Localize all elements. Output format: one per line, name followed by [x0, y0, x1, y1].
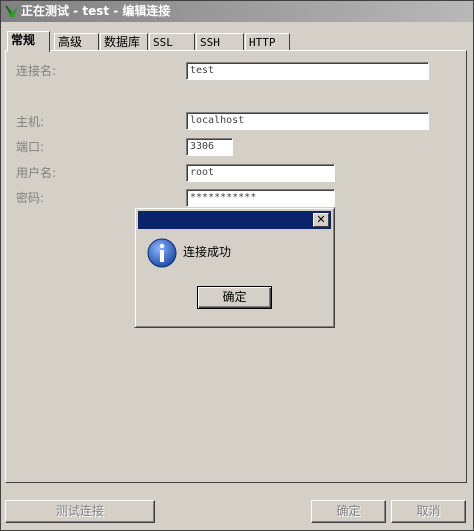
tab-ssh[interactable]: SSH [196, 33, 244, 50]
host-field[interactable]: localhost [186, 112, 429, 130]
tab-general[interactable]: 常规 [7, 31, 50, 52]
username-label: 用户名: [16, 166, 57, 180]
tab-http[interactable]: HTTP [245, 33, 290, 50]
connection-name-label: 连接名: [16, 64, 57, 78]
ok-button[interactable]: 确定 [311, 500, 386, 523]
cancel-button[interactable]: 取消 [391, 500, 466, 523]
host-label: 主机: [16, 115, 45, 129]
dialog-ok-button[interactable]: 确定 [197, 286, 272, 309]
tab-database[interactable]: 数据库 [100, 33, 148, 50]
port-field[interactable]: 3306 [186, 138, 233, 156]
close-icon[interactable]: ✕ [313, 213, 329, 227]
username-field[interactable]: root [186, 164, 335, 182]
port-label: 端口: [16, 140, 45, 154]
tab-ssl[interactable]: SSL [149, 33, 195, 50]
connection-name-field[interactable]: test [186, 62, 429, 80]
test-connection-button[interactable]: 测试连接 [5, 500, 155, 523]
password-field[interactable]: *********** [186, 189, 335, 207]
password-label: 密码: [16, 191, 45, 205]
window-title: 正在测试 - test - 编辑连接 [21, 4, 171, 18]
app-icon [5, 5, 18, 17]
connection-success-dialog: ✕ 连接成功 确定 [134, 207, 335, 328]
dialog-message: 连接成功 [183, 245, 232, 259]
window-titlebar[interactable]: 正在测试 - test - 编辑连接 [1, 1, 473, 22]
tab-advanced[interactable]: 高级 [54, 33, 99, 50]
info-icon [147, 238, 177, 268]
dialog-titlebar[interactable]: ✕ [138, 211, 331, 229]
edit-connection-window: 正在测试 - test - 编辑连接 常规 高级 数据库 SSL SSH HTT… [0, 0, 474, 531]
